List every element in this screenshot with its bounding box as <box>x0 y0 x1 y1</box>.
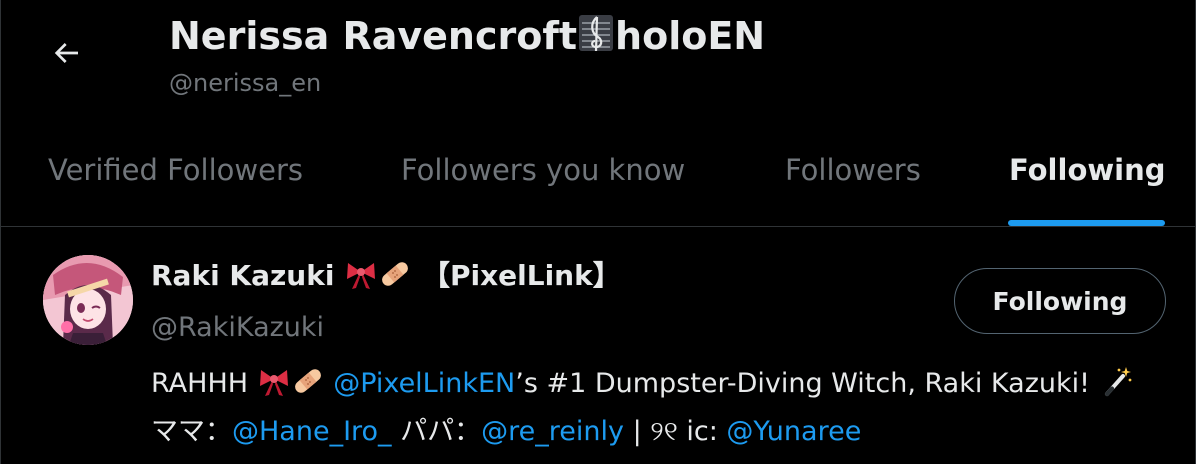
bio-text-4: パパ： <box>400 416 482 447</box>
header-title-block: Nerissa Ravencroft holoEN @nerissa_en <box>169 10 765 98</box>
tab-verified-followers[interactable]: Verified Followers <box>48 130 303 226</box>
ribbon-emoji-icon <box>257 364 291 398</box>
mention-re-reinly[interactable]: @re_reinly <box>481 416 624 447</box>
user-name-suffix: 【PixelLink】 <box>421 259 621 292</box>
page-title: Nerissa Ravencroft holoEN <box>169 10 765 62</box>
tab-bar: Verified Followers Followers you know Fo… <box>1 130 1195 227</box>
ribbon-emoji-icon <box>344 257 378 291</box>
bio-text-5: | ୨୧ ic: <box>632 416 718 447</box>
profile-handle: @nerissa_en <box>169 69 322 97</box>
user-handle[interactable]: @RakiKazuki <box>151 310 324 346</box>
mention-pixellinken[interactable]: @PixelLinkEN <box>333 368 515 399</box>
mention-yunaree[interactable]: @Yunaree <box>726 416 861 447</box>
back-button[interactable] <box>41 28 91 78</box>
tab-followers-you-know[interactable]: Followers you know <box>401 130 685 226</box>
musical-score-emoji-icon <box>577 11 615 55</box>
adhesive-bandage-emoji-icon <box>291 364 325 398</box>
bio-text-2: ’s #1 Dumpster-Diving Witch, Raki Kazuki… <box>515 368 1090 399</box>
profile-header: Nerissa Ravencroft holoEN @nerissa_en <box>1 0 1195 120</box>
profile-name-part1: Nerissa Ravencroft <box>169 14 578 58</box>
tab-following[interactable]: Following <box>1009 130 1166 226</box>
avatar[interactable] <box>43 255 133 345</box>
bio-text-3: ママ： <box>151 416 232 447</box>
following-page: Nerissa Ravencroft holoEN @nerissa_en Ve… <box>0 0 1196 464</box>
user-name-text: Raki Kazuki <box>151 259 335 292</box>
magic-wand-emoji-icon <box>1099 364 1133 398</box>
active-tab-indicator <box>1008 220 1165 226</box>
mention-hane-iro[interactable]: @Hane_Iro_ <box>232 416 392 447</box>
avatar-image <box>43 255 133 345</box>
user-cell[interactable]: Raki Kazuki 【PixelLink】 @RakiKazuki Foll… <box>1 228 1195 464</box>
user-display-name[interactable]: Raki Kazuki 【PixelLink】 <box>151 256 621 296</box>
tab-followers[interactable]: Followers <box>785 130 921 226</box>
bio-text-1: RAHHH <box>151 368 249 399</box>
arrow-left-icon <box>54 43 78 63</box>
adhesive-bandage-emoji-icon <box>378 257 412 291</box>
profile-name-part2: holoEN <box>615 14 766 58</box>
following-button[interactable]: Following <box>954 268 1166 334</box>
user-bio: RAHHH @PixelLinkEN’s #1 Dumpster-Diving … <box>151 360 1161 456</box>
